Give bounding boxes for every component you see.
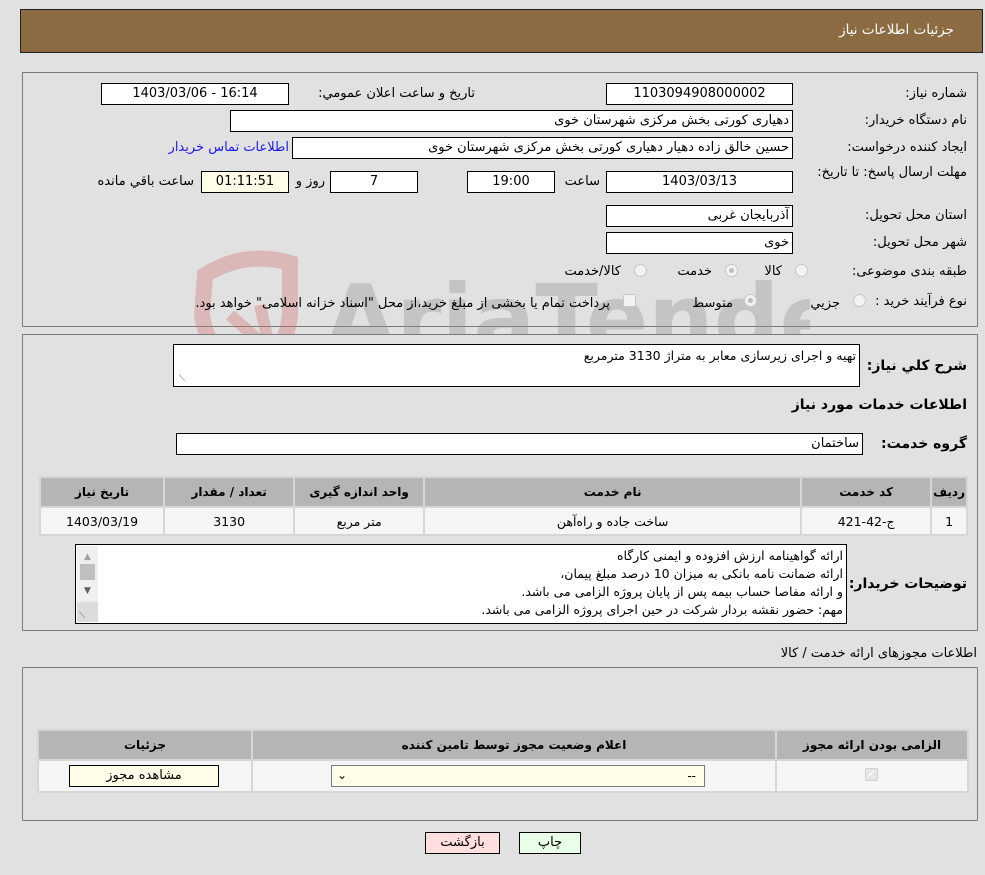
cell-permit-required: ✓ (777, 761, 967, 791)
treasury-note: پرداخت تمام یا بخشی از مبلغ خرید،از محل … (195, 296, 610, 311)
time-remaining-field: 01:11:51 (201, 171, 289, 193)
cell-unit: متر مربع (295, 508, 424, 534)
cell-service-code: ج-42-421 (802, 508, 931, 534)
page-header: جزئیات اطلاعات نیاز (20, 9, 983, 53)
cell-row-number: 1 (932, 508, 966, 534)
page-title: جزئیات اطلاعات نیاز (839, 22, 954, 38)
purchase-option-medium: متوسط (692, 296, 733, 311)
announce-datetime-field[interactable]: 1403/03/06 - 16:14 (101, 83, 289, 105)
col-need-date: تاریخ نیاز (41, 478, 164, 506)
services-table: ردیف کد خدمت نام خدمت واحد اندازه گیری ت… (39, 476, 968, 536)
buyer-notes-label: توضیحات خریدار: (848, 576, 967, 592)
col-permit-required: الزامی بودن ارائه مجوز (777, 731, 967, 759)
days-label: روز و (295, 174, 325, 189)
cell-quantity: 3130 (165, 508, 294, 534)
announce-datetime-label: تاریخ و ساعت اعلان عمومي: (318, 86, 475, 101)
col-row-number: ردیف (932, 478, 966, 506)
col-unit: واحد اندازه گیری (295, 478, 424, 506)
purchase-radio-minor[interactable] (853, 294, 866, 307)
print-button[interactable]: چاپ (519, 832, 581, 854)
view-permit-button[interactable]: مشاهده مجوز (69, 765, 219, 787)
permit-required-checkbox: ✓ (865, 768, 878, 781)
category-label: طبقه بندی موضوعی: (851, 264, 967, 279)
deadline-label: مهلت ارسال پاسخ: تا تاریخ: (817, 165, 967, 180)
cell-permit-details: مشاهده مجوز (39, 761, 251, 791)
description-textarea[interactable]: تهیه و اجرای زیرسازی معابر به متراژ 3130… (173, 344, 860, 387)
permit-status-value: -- (687, 769, 696, 783)
resize-grip-icon[interactable]: ⟋ (176, 375, 185, 384)
permit-status-select[interactable]: -- ⌄ (331, 765, 705, 787)
requester-label: ایجاد کننده درخواست: (847, 140, 967, 155)
buyer-notes-line: و ارائه مفاصا حساب بیمه پس از پایان پروژ… (521, 584, 843, 599)
buyer-contact-link[interactable]: اطلاعات تماس خریدار (169, 140, 289, 155)
delivery-city-label: شهر محل تحویل: (872, 235, 967, 250)
col-permit-details: جزئیات (39, 731, 251, 759)
purchase-type-label: نوع فرآیند خرید : (875, 294, 967, 309)
purchase-option-minor: جزيي (810, 296, 840, 311)
deadline-time-label: ساعت (564, 174, 600, 189)
col-service-name: نام خدمت (425, 478, 801, 506)
col-quantity: تعداد / مقدار (165, 478, 294, 506)
category-radio-goods[interactable] (795, 264, 808, 277)
category-option-service: خدمت (677, 264, 712, 279)
time-remaining-label: ساعت باقي مانده (97, 174, 194, 189)
buyer-org-field[interactable]: دهیاری کورتی بخش مرکزی شهرستان خوی (230, 110, 793, 132)
description-text: تهیه و اجرای زیرسازی معابر به متراژ 3130… (583, 348, 856, 363)
requester-field[interactable]: حسین خالق زاده دهیار دهیاری کورتی بخش مر… (292, 137, 793, 159)
days-remaining-field[interactable]: 7 (330, 171, 418, 193)
category-option-goods-service: کالا/خدمت (564, 264, 621, 279)
need-number-field[interactable]: 1103094908000002 (606, 83, 793, 105)
purchase-radio-medium[interactable] (744, 294, 757, 307)
buyer-notes-scrollbar[interactable]: ▲ ▼ ⟋ (77, 546, 98, 622)
category-option-goods: کالا (764, 264, 782, 279)
col-service-code: کد خدمت (802, 478, 931, 506)
scroll-up-icon[interactable]: ▲ (77, 549, 98, 565)
table-row: 1 ج-42-421 ساخت جاده و راه‌آهن متر مربع … (41, 508, 966, 534)
table-row: ✓ -- ⌄ مشاهده مجوز (39, 761, 967, 791)
buyer-notes-line: ارائه گواهینامه ارزش افزوده و ایمنی کارگ… (616, 548, 843, 563)
scroll-down-icon[interactable]: ▼ (77, 583, 98, 599)
deadline-date-field[interactable]: 1403/03/13 (606, 171, 793, 193)
services-section-title: اطلاعات خدمات مورد نیاز (791, 397, 967, 413)
delivery-province-label: استان محل تحویل: (865, 208, 967, 223)
col-permit-status: اعلام وضعیت مجوز توسط تامین کننده (253, 731, 775, 759)
category-radio-goods-service[interactable] (634, 264, 647, 277)
permits-table: الزامی بودن ارائه مجوز اعلام وضعیت مجوز … (37, 729, 969, 793)
need-number-label: شماره نیاز: (905, 86, 967, 101)
cell-need-date: 1403/03/19 (41, 508, 164, 534)
category-radio-service[interactable] (725, 264, 738, 277)
buyer-org-label: نام دستگاه خریدار: (864, 113, 967, 128)
permits-section-title: اطلاعات مجوزهای ارائه خدمت / کالا (780, 646, 977, 661)
chevron-down-icon: ⌄ (337, 768, 348, 782)
service-group-field[interactable]: ساختمان (176, 433, 863, 455)
service-group-label: گروه خدمت: (881, 436, 967, 452)
treasury-checkbox[interactable] (623, 294, 636, 307)
delivery-city-field[interactable]: خوی (606, 232, 793, 254)
buyer-notes-line: مهم: حضور نقشه بردار شرکت در حین اجرای پ… (481, 602, 843, 617)
description-label: شرح کلي نیاز: (866, 358, 967, 374)
cell-service-name: ساخت جاده و راه‌آهن (425, 508, 801, 534)
deadline-time-field[interactable]: 19:00 (467, 171, 555, 193)
resize-grip-icon[interactable]: ⟋ (77, 602, 98, 622)
back-button[interactable]: بازگشت (425, 832, 500, 854)
permits-table-header: الزامی بودن ارائه مجوز اعلام وضعیت مجوز … (39, 731, 967, 759)
scroll-thumb[interactable] (80, 564, 95, 580)
delivery-province-field[interactable]: آذربایجان غربی (606, 205, 793, 227)
buyer-notes-line: ارائه ضمانت نامه بانکی به میزان 10 درصد … (560, 566, 843, 581)
buyer-notes-textarea[interactable]: ارائه گواهینامه ارزش افزوده و ایمنی کارگ… (75, 544, 847, 624)
services-table-header: ردیف کد خدمت نام خدمت واحد اندازه گیری ت… (41, 478, 966, 506)
cell-permit-status: -- ⌄ (253, 761, 775, 791)
